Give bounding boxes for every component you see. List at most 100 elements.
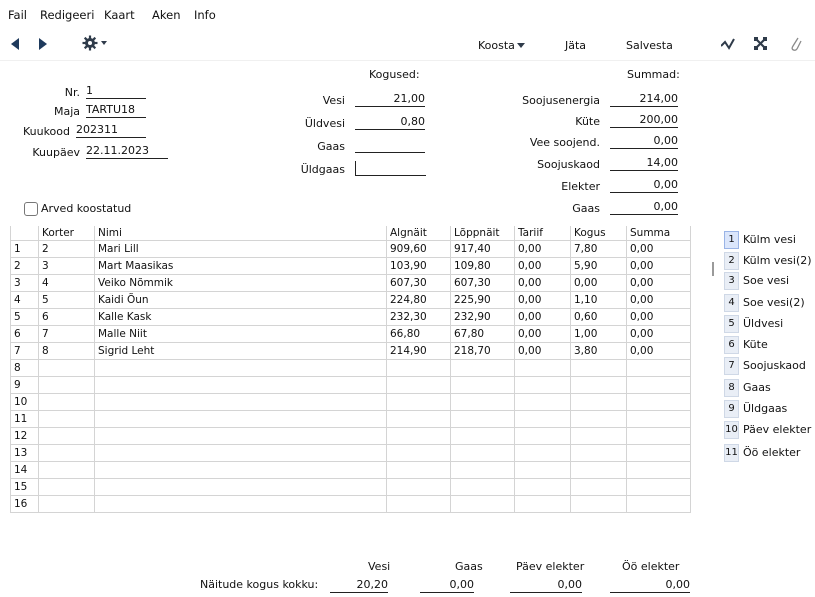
- korter-cell[interactable]: [38, 495, 95, 513]
- kogus-cell[interactable]: [570, 359, 627, 377]
- summa-cell[interactable]: [626, 427, 691, 445]
- summa-cell[interactable]: [626, 410, 691, 428]
- summad-field-soojusenergia[interactable]: 214,00: [610, 92, 678, 107]
- tariif-cell[interactable]: [514, 478, 571, 496]
- table-row[interactable]: 5 6 Kalle Kask 232,30 232,90 0,00 0,60 0,00: [10, 308, 691, 326]
- table-row[interactable]: 16: [10, 495, 691, 513]
- table-row[interactable]: 4 5 Kaidi Õun 224,80 225,90 0,00 1,10 0,00: [10, 291, 691, 309]
- loppnait-cell[interactable]: [450, 359, 515, 377]
- summad-field-vee-soojend[interactable]: 0,00: [610, 134, 678, 149]
- table-row[interactable]: 8: [10, 359, 691, 377]
- loppnait-cell[interactable]: 218,70: [450, 342, 515, 360]
- table-row[interactable]: 3 4 Veiko Nõmmik 607,30 607,30 0,00 0,00 0,00: [10, 274, 691, 292]
- nimi-cell[interactable]: [94, 393, 387, 411]
- algnait-cell[interactable]: 232,30: [386, 308, 451, 326]
- maja-field[interactable]: TARTU18: [86, 103, 146, 118]
- column-header-korter[interactable]: Korter: [38, 226, 95, 241]
- nimi-cell[interactable]: Veiko Nõmmik: [94, 274, 387, 292]
- loppnait-cell[interactable]: 225,90: [450, 291, 515, 309]
- side-tab-11[interactable]: 11 Öö elekter: [724, 444, 800, 462]
- side-tab-6[interactable]: 6 Küte: [724, 336, 768, 354]
- table-row[interactable]: 9: [10, 376, 691, 394]
- tariif-cell[interactable]: [514, 376, 571, 394]
- algnait-cell[interactable]: [386, 495, 451, 513]
- table-row[interactable]: 7 8 Sigrid Leht 214,90 218,70 0,00 3,80 0,00: [10, 342, 691, 360]
- side-tab-2[interactable]: 2 Külm vesi(2): [724, 252, 812, 270]
- column-header-summa[interactable]: Summa: [626, 226, 691, 241]
- korter-cell[interactable]: [38, 444, 95, 462]
- loppnait-cell[interactable]: [450, 376, 515, 394]
- korter-cell[interactable]: [38, 359, 95, 377]
- loppnait-cell[interactable]: 67,80: [450, 325, 515, 343]
- menu-aken[interactable]: Aken: [152, 8, 180, 22]
- nimi-cell[interactable]: [94, 495, 387, 513]
- kogus-cell[interactable]: [570, 427, 627, 445]
- column-header-algnait[interactable]: Algnäit: [386, 226, 451, 241]
- koosta-button[interactable]: Koosta: [478, 39, 515, 52]
- table-row[interactable]: 2 3 Mart Maasikas 103,90 109,80 0,00 5,90 0,00: [10, 257, 691, 275]
- loppnait-cell[interactable]: [450, 478, 515, 496]
- kogused-field-uldvesi[interactable]: 0,80: [355, 115, 425, 130]
- side-tab-1[interactable]: 1 Külm vesi: [724, 231, 796, 249]
- table-row[interactable]: 13: [10, 444, 691, 462]
- loppnait-cell[interactable]: [450, 495, 515, 513]
- kogused-field-vesi[interactable]: 21,00: [355, 92, 425, 107]
- kuukood-field[interactable]: 202311: [76, 123, 146, 138]
- tariif-cell[interactable]: 0,00: [514, 325, 571, 343]
- column-header-nimi[interactable]: Nimi: [94, 226, 387, 241]
- side-tab-5[interactable]: 5 Üldvesi: [724, 315, 783, 333]
- algnait-cell[interactable]: [386, 461, 451, 479]
- nimi-cell[interactable]: [94, 478, 387, 496]
- korter-cell[interactable]: 6: [38, 308, 95, 326]
- loppnait-cell[interactable]: [450, 461, 515, 479]
- graph-icon[interactable]: [721, 38, 735, 50]
- summa-cell[interactable]: [626, 393, 691, 411]
- nimi-cell[interactable]: [94, 461, 387, 479]
- loppnait-cell[interactable]: [450, 444, 515, 462]
- menu-info[interactable]: Info: [194, 8, 216, 22]
- algnait-cell[interactable]: [386, 444, 451, 462]
- korter-cell[interactable]: 3: [38, 257, 95, 275]
- algnait-cell[interactable]: [386, 376, 451, 394]
- summa-cell[interactable]: [626, 478, 691, 496]
- korter-cell[interactable]: [38, 410, 95, 428]
- arved-koostatud-checkbox[interactable]: [24, 202, 38, 216]
- algnait-cell[interactable]: 224,80: [386, 291, 451, 309]
- korter-cell[interactable]: [38, 376, 95, 394]
- nimi-cell[interactable]: [94, 427, 387, 445]
- summa-cell[interactable]: [626, 376, 691, 394]
- loppnait-cell[interactable]: [450, 393, 515, 411]
- algnait-cell[interactable]: [386, 410, 451, 428]
- kogus-cell[interactable]: [570, 376, 627, 394]
- tariif-cell[interactable]: 0,00: [514, 240, 571, 258]
- tariif-cell[interactable]: [514, 495, 571, 513]
- column-header-kogus[interactable]: Kogus: [570, 226, 627, 241]
- tariif-cell[interactable]: 0,00: [514, 257, 571, 275]
- gear-icon[interactable]: [82, 35, 108, 51]
- kogus-cell[interactable]: 7,80: [570, 240, 627, 258]
- tariif-cell[interactable]: [514, 359, 571, 377]
- table-row[interactable]: 15: [10, 478, 691, 496]
- summa-cell[interactable]: 0,00: [626, 308, 691, 326]
- tariif-cell[interactable]: 0,00: [514, 274, 571, 292]
- nimi-cell[interactable]: Sigrid Leht: [94, 342, 387, 360]
- summa-cell[interactable]: [626, 444, 691, 462]
- loppnait-cell[interactable]: 109,80: [450, 257, 515, 275]
- loppnait-cell[interactable]: [450, 427, 515, 445]
- nimi-cell[interactable]: Mart Maasikas: [94, 257, 387, 275]
- nimi-cell[interactable]: [94, 410, 387, 428]
- tariif-cell[interactable]: 0,00: [514, 342, 571, 360]
- forward-arrow-icon[interactable]: [38, 38, 48, 50]
- tariif-cell[interactable]: [514, 410, 571, 428]
- summa-cell[interactable]: 0,00: [626, 274, 691, 292]
- algnait-cell[interactable]: [386, 478, 451, 496]
- loppnait-cell[interactable]: 917,40: [450, 240, 515, 258]
- tariif-cell[interactable]: 0,00: [514, 308, 571, 326]
- summa-cell[interactable]: [626, 359, 691, 377]
- kogus-cell[interactable]: 0,00: [570, 274, 627, 292]
- side-tab-3[interactable]: 3 Soe vesi: [724, 272, 789, 290]
- nimi-cell[interactable]: [94, 444, 387, 462]
- kogus-cell[interactable]: 1,10: [570, 291, 627, 309]
- summa-cell[interactable]: [626, 461, 691, 479]
- table-scrollbar[interactable]: [712, 262, 714, 276]
